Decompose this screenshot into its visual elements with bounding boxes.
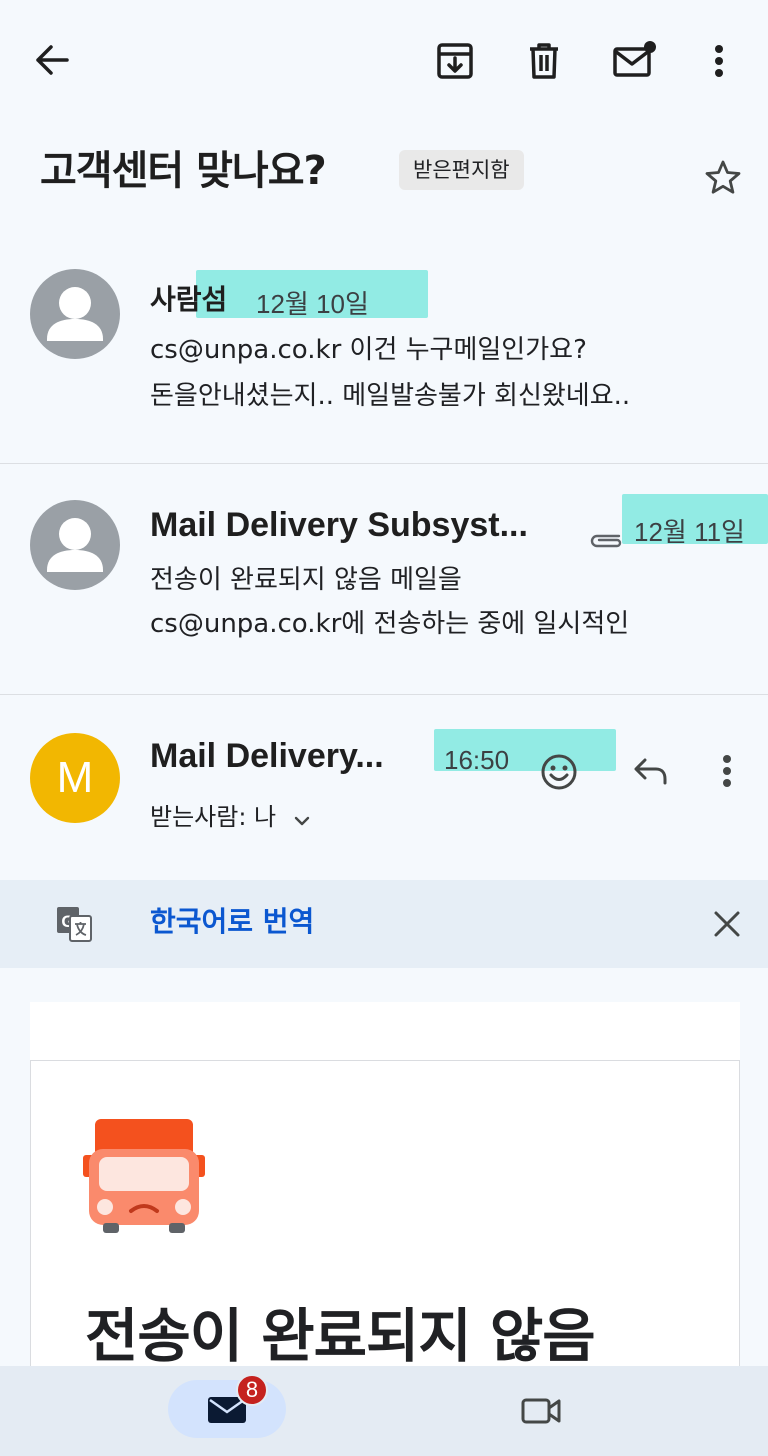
thread-message-2[interactable]: Mail Delivery Subsyst... 12월 11일 전송이 완료되… — [0, 464, 768, 694]
snippet-line-1: 전송이 완료되지 않음 메일을 — [150, 565, 462, 595]
mail-unread-badge: 8 — [236, 1374, 268, 1406]
sender-name: Mail Delivery Subsyst... — [150, 506, 528, 544]
star-icon[interactable] — [700, 154, 746, 200]
bottom-navigation: 8 — [0, 1366, 768, 1456]
mail-body-card: 전송이 완료되지 않음 — [30, 1060, 740, 1380]
delivery-truck-icon — [79, 1109, 209, 1239]
person-icon — [47, 287, 103, 341]
subject-title: 고객센터 맞나요? — [40, 148, 327, 194]
translate-icon: G — [52, 902, 96, 946]
close-icon[interactable] — [706, 902, 748, 946]
avatar: M — [30, 733, 120, 823]
more-vert-icon[interactable] — [712, 751, 742, 791]
message-date: 12월 11일 — [634, 517, 745, 547]
message-time: 16:50 — [444, 745, 510, 775]
recipient-line[interactable]: 받는사람: 나 — [150, 795, 310, 840]
thread-message-1[interactable]: 사람섬 12월 10일 cs@unpa.co.kr 이건 누구메일인가요? 돈을… — [0, 240, 768, 464]
sender-name: Mail Delivery... — [150, 737, 384, 775]
snippet-line-2: 돈을안내셨는지.. 메일발송불가 회신왔네요.. — [150, 381, 631, 411]
avatar — [30, 500, 120, 590]
more-vert-icon[interactable] — [704, 38, 734, 84]
snippet-line-2: cs@unpa.co.kr에 전송하는 중에 일시적인 — [150, 609, 630, 639]
archive-icon[interactable] — [430, 38, 480, 84]
message-date: 12월 10일 — [256, 289, 369, 319]
avatar — [30, 269, 120, 359]
top-app-bar — [0, 0, 768, 120]
paperclip-icon — [588, 526, 626, 554]
thread-message-3[interactable]: M Mail Delivery... 16:50 받는사람: 나 — [0, 695, 768, 880]
mail-body-title: 전송이 완료되지 않음 — [85, 1302, 596, 1370]
mark-unread-icon[interactable] — [608, 36, 660, 84]
snippet-line-1: cs@unpa.co.kr 이건 누구메일인가요? — [150, 335, 587, 365]
video-icon[interactable] — [518, 1392, 564, 1430]
recipient-text: 받는사람: 나 — [150, 803, 277, 831]
nav-mail-tab[interactable] — [168, 1380, 286, 1438]
translate-banner: G 한국어로 번역 — [0, 880, 768, 968]
add-emoji-icon[interactable] — [536, 749, 582, 795]
mail-body-frame — [30, 1002, 740, 1060]
reply-icon[interactable] — [628, 751, 672, 791]
inbox-label-chip[interactable]: 받은편지함 — [399, 150, 524, 190]
translate-link[interactable]: 한국어로 번역 — [150, 900, 314, 940]
trash-icon[interactable] — [520, 38, 568, 84]
sender-name: 사람섬 — [150, 283, 228, 316]
person-icon — [47, 518, 103, 572]
chevron-down-icon — [294, 796, 310, 840]
back-arrow-icon[interactable] — [26, 36, 78, 84]
